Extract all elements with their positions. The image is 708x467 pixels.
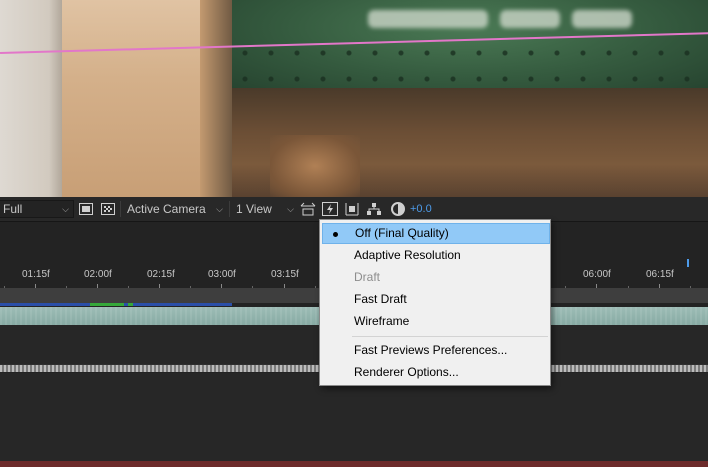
fast-previews-icon[interactable] (322, 200, 338, 218)
cache-indicator-cached (90, 303, 124, 306)
menu-item-fast-previews-preferences[interactable]: Fast Previews Preferences... (322, 340, 550, 361)
composition-viewer[interactable] (0, 0, 708, 197)
active-camera-value: Active Camera (127, 202, 206, 216)
transparency-grid-icon[interactable] (100, 200, 116, 218)
view-layout-value: 1 View (236, 202, 272, 216)
footage-board-pattern (232, 40, 708, 90)
tick-label: 03:15f (271, 269, 299, 280)
active-camera-dropdown[interactable]: Active Camera ⌵ (123, 200, 227, 218)
menu-item-renderer-options[interactable]: Renderer Options... (322, 362, 550, 383)
fast-previews-menu: Off (Final Quality) Adaptive Resolution … (319, 219, 551, 386)
menu-separator (352, 336, 548, 337)
menu-item-off-final-quality[interactable]: Off (Final Quality) (322, 223, 550, 244)
tick-label: 03:00f (208, 269, 236, 280)
timeline-row[interactable] (0, 439, 708, 462)
layer-label-bar (0, 461, 708, 467)
menu-item-label: Adaptive Resolution (354, 248, 461, 262)
tick-label: 06:15f (646, 269, 674, 280)
footage-board-text (572, 10, 632, 28)
reset-exposure-icon[interactable] (390, 200, 406, 218)
footage-wall (0, 0, 70, 197)
3d-renderer-icon[interactable] (344, 200, 360, 218)
current-time-indicator[interactable] (687, 259, 689, 267)
menu-item-label: Fast Draft (354, 292, 407, 306)
timeline-row[interactable] (0, 417, 708, 440)
resolution-dropdown[interactable]: Full ⌵ (0, 200, 74, 218)
footage-floor-highlight (270, 135, 360, 197)
menu-item-wireframe[interactable]: Wireframe (322, 311, 550, 332)
tick-label: 06:00f (583, 269, 611, 280)
menu-item-label: Off (Final Quality) (355, 226, 449, 240)
exposure-value[interactable]: +0.0 (410, 200, 432, 218)
flowchart-icon[interactable] (366, 200, 382, 218)
menu-item-label: Fast Previews Preferences... (354, 343, 508, 357)
region-of-interest-icon[interactable] (78, 200, 94, 218)
chevron-down-icon: ⌵ (62, 204, 69, 214)
menu-item-label: Draft (354, 270, 381, 284)
toggle-pixel-aspect-icon[interactable] (300, 200, 316, 218)
menu-item-label: Renderer Options... (354, 365, 459, 379)
tick-label: 02:00f (84, 269, 112, 280)
footage-board-text (368, 10, 488, 28)
selected-bullet-icon (333, 232, 338, 237)
menu-item-fast-draft[interactable]: Fast Draft (322, 289, 550, 310)
timeline-row[interactable] (0, 395, 708, 418)
view-layout-dropdown[interactable]: 1 View ⌵ (232, 200, 298, 218)
chevron-down-icon: ⌵ (216, 204, 223, 214)
menu-item-adaptive-resolution[interactable]: Adaptive Resolution (322, 245, 550, 266)
footage-board-text (500, 10, 560, 28)
resolution-value: Full (3, 202, 23, 216)
menu-item-label: Wireframe (354, 314, 410, 328)
menu-item-draft: Draft (322, 267, 550, 288)
tick-label: 02:15f (147, 269, 175, 280)
chevron-down-icon: ⌵ (287, 204, 294, 214)
tick-label: 01:15f (22, 269, 50, 280)
cache-indicator-cached (128, 303, 133, 306)
